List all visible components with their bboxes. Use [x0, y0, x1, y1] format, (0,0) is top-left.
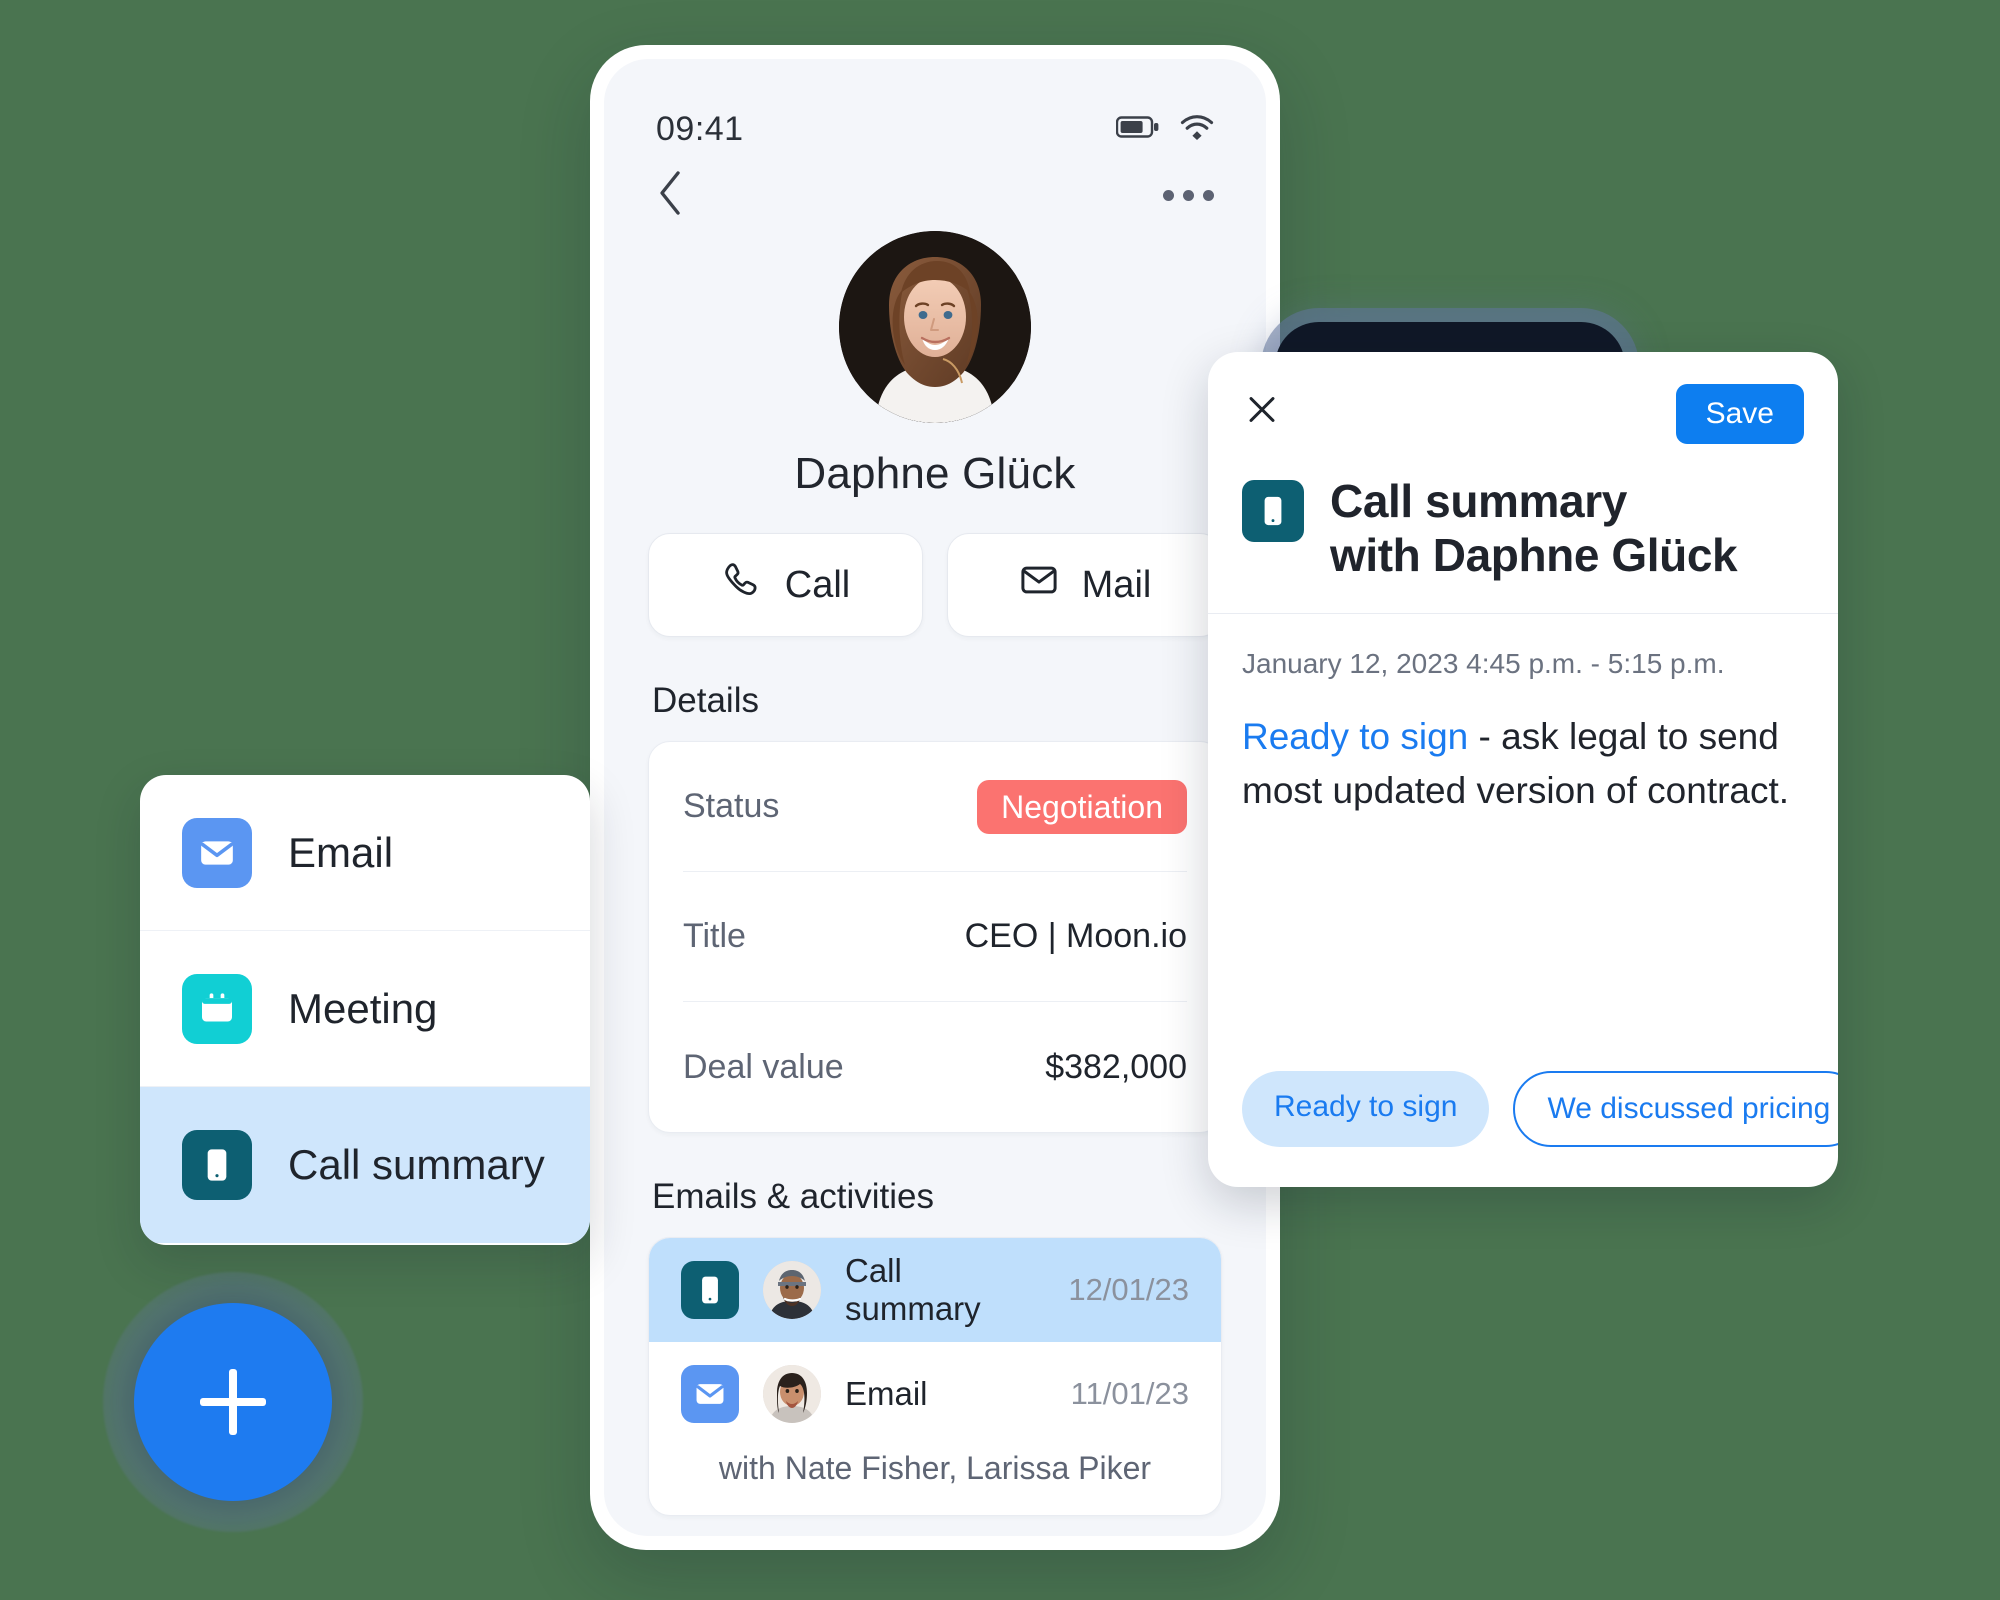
detail-row-title: Title CEO | Moon.io: [683, 872, 1187, 1002]
chip-ready-to-sign[interactable]: Ready to sign: [1242, 1071, 1490, 1147]
activity-participants: with Nate Fisher, Larissa Piker: [718, 1450, 1152, 1486]
call-summary-note: Ready to sign - ask legal to send most u…: [1242, 710, 1804, 820]
activity-row-email[interactable]: Email 11/01/23: [649, 1342, 1221, 1446]
activity-type-menu: Email Meeting Call summary: [140, 775, 590, 1245]
mobile-icon: [182, 1130, 252, 1200]
battery-icon: [1115, 114, 1160, 145]
call-summary-title: Call summary with Daphne Glück: [1330, 474, 1738, 583]
call-summary-note-highlight: Ready to sign: [1242, 715, 1469, 757]
call-summary-title-line1: Call summary: [1330, 475, 1627, 527]
contact-name: Daphne Glück: [794, 449, 1076, 498]
status-icons: [1115, 114, 1214, 145]
activity-label: Call summary: [845, 1252, 981, 1327]
plus-icon-bar: [200, 1398, 266, 1406]
phone-screen: 09:41 Daphne Glück Call Mail Details Sta…: [604, 59, 1266, 1536]
envelope-icon: [1018, 559, 1060, 611]
activity-label: Email: [845, 1375, 928, 1412]
phone-icon: [721, 559, 763, 611]
nav-bar: [604, 151, 1266, 221]
activity-date: 12/01/23: [1068, 1272, 1189, 1307]
envelope-icon: [681, 1365, 739, 1423]
mobile-icon: [1242, 480, 1304, 542]
call-button-label: Call: [784, 563, 851, 606]
contact-avatar: [839, 231, 1031, 423]
detail-label: Deal value: [683, 1047, 844, 1086]
contact-actions: Call Mail: [604, 533, 1266, 637]
avatar: [763, 1261, 821, 1319]
menu-item-label: Meeting: [288, 984, 438, 1032]
status-badge: Negotiation: [977, 779, 1187, 834]
detail-row-deal-value: Deal value $382,000: [683, 1002, 1187, 1132]
call-summary-title-row: Call summary with Daphne Glück: [1242, 474, 1804, 583]
mobile-icon: [681, 1261, 739, 1319]
chevron-left-icon[interactable]: [656, 169, 686, 222]
status-bar: 09:41: [604, 59, 1266, 151]
details-section-title: Details: [652, 681, 759, 720]
call-summary-title-line2: with Daphne Glück: [1330, 529, 1738, 582]
phone-device: 09:41 Daphne Glück Call Mail Details Sta…: [590, 45, 1280, 1550]
call-summary-card: Save Call summary with Daphne Glück Janu…: [1208, 352, 1838, 1187]
activities-card: Call summary 12/01/23 Email 11/01/23 wit…: [648, 1237, 1222, 1516]
save-button[interactable]: Save: [1675, 384, 1804, 444]
avatar: [763, 1365, 821, 1423]
more-horizontal-icon[interactable]: [1163, 189, 1214, 201]
details-card: Status Negotiation Title CEO | Moon.io D…: [648, 741, 1222, 1133]
menu-item-call-summary[interactable]: Call summary: [140, 1087, 590, 1243]
call-button[interactable]: Call: [648, 533, 923, 637]
activities-section-title: Emails & activities: [652, 1177, 935, 1216]
detail-label: Status: [683, 787, 780, 825]
calendar-icon: [182, 973, 252, 1044]
mail-button-label: Mail: [1081, 563, 1152, 606]
contact-avatar-wrap: [604, 231, 1266, 423]
call-summary-toolbar: Save: [1242, 384, 1804, 444]
detail-value: CEO | Moon.io: [964, 917, 1187, 955]
menu-item-email[interactable]: Email: [140, 775, 590, 931]
add-button[interactable]: [134, 1303, 332, 1501]
envelope-icon: [182, 817, 252, 888]
detail-row-status: Status Negotiation: [683, 742, 1187, 872]
call-summary-datetime: January 12, 2023 4:45 p.m. - 5:15 p.m.: [1242, 647, 1725, 679]
status-clock: 09:41: [656, 109, 744, 148]
call-summary-chips: Ready to sign We discussed pricing: [1208, 1071, 1838, 1187]
menu-item-label: Email: [288, 828, 394, 876]
activity-date: 11/01/23: [1070, 1376, 1189, 1411]
close-icon[interactable]: [1242, 390, 1282, 430]
mail-button[interactable]: Mail: [947, 533, 1222, 637]
add-activity-fab-wrapper: [103, 1272, 363, 1532]
wifi-icon: [1180, 114, 1214, 145]
call-summary-header: Save Call summary with Daphne Glück: [1208, 352, 1838, 614]
detail-value: $382,000: [1045, 1047, 1187, 1086]
menu-item-label: Call summary: [288, 1141, 545, 1188]
screenshot-stage: Email Meeting Call summary 09:41 Daphne …: [0, 0, 2000, 1600]
call-summary-body: January 12, 2023 4:45 p.m. - 5:15 p.m. R…: [1208, 614, 1838, 1071]
detail-label: Title: [683, 917, 746, 955]
activity-row-call-summary[interactable]: Call summary 12/01/23: [649, 1238, 1221, 1342]
chip-we-discussed-pricing[interactable]: We discussed pricing: [1513, 1071, 1838, 1147]
menu-item-meeting[interactable]: Meeting: [140, 931, 590, 1087]
